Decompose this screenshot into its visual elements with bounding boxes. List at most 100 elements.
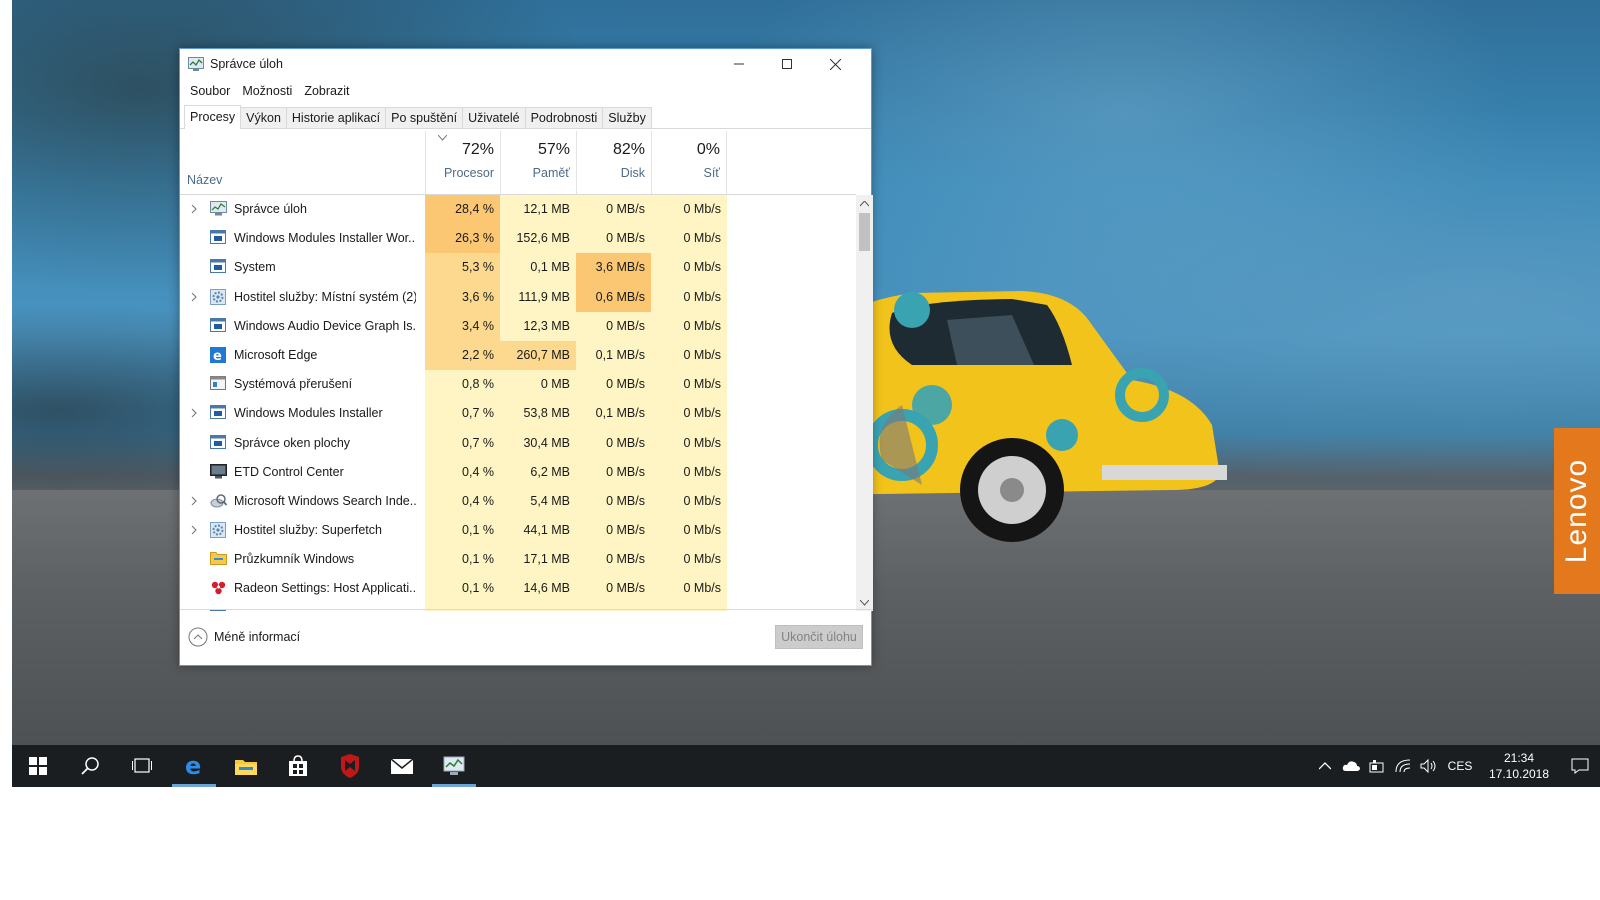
cpu-column-label: Procesor — [443, 166, 494, 180]
search-indexer-icon — [210, 493, 228, 510]
chevron-right-icon[interactable] — [189, 408, 199, 418]
action-center-button[interactable] — [1560, 745, 1600, 787]
show-hidden-icons-button[interactable] — [1312, 745, 1338, 787]
menu-zobrazit[interactable]: Zobrazit — [298, 84, 355, 98]
taskbar-edge-button[interactable]: e — [168, 745, 220, 787]
column-disk-header[interactable]: 82% Disk — [576, 131, 651, 194]
process-network: 0 Mb/s — [651, 486, 727, 517]
menu-moznosti[interactable]: Možnosti — [236, 84, 298, 98]
taskbar: e CES 21:34 17.10.2018 — [12, 745, 1600, 787]
end-task-button[interactable]: Ukončit úlohu — [775, 625, 863, 649]
clock[interactable]: 21:34 17.10.2018 — [1484, 750, 1554, 782]
minimize-icon — [734, 63, 744, 65]
taskbar-task-manager-button[interactable] — [428, 745, 480, 787]
tab-uzivatele[interactable]: Uživatelé — [462, 107, 526, 128]
chevron-right-icon[interactable] — [189, 496, 199, 506]
tab-podrobnosti[interactable]: Podrobnosti — [524, 107, 604, 128]
search-button[interactable] — [64, 745, 116, 787]
edge-icon: e — [210, 346, 227, 364]
process-row[interactable]: Windows Modules Installer 0,7 % 53,8 MB 0,1… — [180, 399, 856, 429]
monitor-icon — [210, 463, 227, 481]
chevron-down-icon — [860, 599, 869, 606]
process-memory: 12,1 MB — [500, 195, 576, 225]
process-cpu: 2,2 % — [425, 340, 500, 371]
battery-icon — [1369, 760, 1384, 773]
window-footer: Méně informací Ukončit úlohu — [180, 609, 873, 665]
chevron-right-icon[interactable] — [189, 525, 199, 535]
task-manager-window[interactable]: Správce úloh Soubor Možnosti Zobrazit Pr… — [179, 48, 873, 666]
process-cpu: 0,7 % — [425, 428, 500, 458]
service-gear-icon — [210, 522, 227, 539]
fewer-details-label: Méně informací — [214, 630, 301, 644]
tab-vykon[interactable]: Výkon — [240, 107, 287, 128]
process-row[interactable]: Microsoft Windows Search Inde... 0,4 % 5,4… — [180, 486, 856, 517]
process-row[interactable]: Windows Audio Device Graph Is... 3,4 % 12,… — [180, 311, 856, 341]
column-cpu-header[interactable]: 72% Procesor — [425, 131, 500, 194]
column-memory-header[interactable]: 57% Paměť — [500, 131, 576, 194]
chevron-right-icon[interactable] — [189, 204, 199, 214]
speaker-icon — [1420, 759, 1436, 773]
process-cpu: 3,4 % — [425, 311, 500, 341]
tab-procesy[interactable]: Procesy — [184, 105, 242, 129]
taskbar-mcafee-button[interactable] — [324, 745, 376, 787]
process-cpu: 3,6 % — [425, 282, 500, 312]
input-language-indicator[interactable]: CES — [1442, 759, 1478, 773]
onedrive-button[interactable] — [1338, 745, 1364, 787]
start-button[interactable] — [12, 745, 64, 787]
chevron-right-icon[interactable] — [189, 292, 199, 302]
system-interrupts-icon — [210, 376, 227, 393]
task-view-button[interactable] — [116, 745, 168, 787]
process-network: 0 Mb/s — [651, 545, 727, 575]
search-icon — [81, 757, 99, 775]
process-name: Správce úloh — [234, 202, 307, 216]
process-network: 0 Mb/s — [651, 340, 727, 371]
process-row[interactable]: Průzkumník Windows 0,1 % 17,1 MB 0 MB/s 0 Mb… — [180, 545, 856, 575]
process-row[interactable]: System 5,3 % 0,1 MB 3,6 MB/s 0 Mb/s — [180, 253, 856, 283]
process-row[interactable]: e Microsoft Edge 2,2 % 260,7 MB 0,1 MB/s 0 Mb… — [180, 340, 856, 371]
column-name-header[interactable]: Název — [187, 173, 222, 187]
process-row[interactable]: Hostitel služby: Superfetch 0,1 % 44,1 MB 0… — [180, 516, 856, 546]
process-row[interactable]: Správce oken plochy 0,7 % 30,4 MB 0 MB/s 0 M… — [180, 428, 856, 458]
process-row[interactable]: Windows Modules Installer Wor... 26,3 % 15… — [180, 224, 856, 254]
chevron-up-icon — [860, 200, 869, 206]
process-network: 0 Mb/s — [651, 253, 727, 283]
disk-column-label: Disk — [620, 166, 645, 180]
process-row[interactable]: ETD Control Center 0,4 % 6,2 MB 0 MB/s 0 Mb/… — [180, 457, 856, 487]
start-icon — [29, 757, 47, 775]
process-memory: 17,1 MB — [500, 545, 576, 575]
process-row[interactable]: Systémová přerušení 0,8 % 0 MB 0 MB/s 0 Mb/s — [180, 370, 856, 400]
close-button[interactable] — [811, 49, 859, 79]
process-row[interactable]: Radeon Settings: Host Applicati... 0,1 % 1… — [180, 574, 856, 604]
scroll-up-button[interactable] — [856, 195, 873, 212]
column-network-header[interactable]: 0% Síť — [651, 131, 727, 194]
fewer-details-toggle[interactable]: Méně informací — [188, 627, 300, 647]
process-cpu: 5,3 % — [425, 253, 500, 283]
volume-button[interactable] — [1416, 745, 1442, 787]
taskbar-store-button[interactable] — [272, 745, 324, 787]
svg-text:e: e — [185, 755, 201, 777]
process-row[interactable]: Správce úloh 28,4 % 12,1 MB 0 MB/s 0 Mb/s — [180, 195, 856, 225]
menu-soubor[interactable]: Soubor — [184, 84, 236, 98]
scrollbar-thumb[interactable] — [859, 213, 870, 251]
process-disk: 0 MB/s — [576, 457, 651, 487]
taskbar-file-explorer-button[interactable] — [220, 745, 272, 787]
vertical-scrollbar[interactable] — [856, 195, 873, 611]
process-name: Správce oken plochy — [234, 435, 351, 450]
maximize-button[interactable] — [763, 49, 811, 79]
tab-sluzby[interactable]: Služby — [602, 107, 652, 128]
network-button[interactable] — [1390, 745, 1416, 787]
process-name: Microsoft Windows Search Inde... — [234, 493, 416, 508]
process-row[interactable]: Hostitel služby: Místní systém (2) 3,6 % 1… — [180, 282, 856, 312]
battery-button[interactable] — [1364, 745, 1390, 787]
tab-po-spusteni[interactable]: Po spuštění — [385, 107, 464, 128]
network-total-percent: 0% — [696, 141, 720, 158]
process-memory: 12,3 MB — [500, 311, 576, 341]
process-memory: 152,6 MB — [500, 224, 576, 254]
minimize-button[interactable] — [715, 49, 763, 79]
tab-historie-aplikaci[interactable]: Historie aplikací — [285, 107, 387, 128]
tab-strip: Procesy Výkon Historie aplikací Po spušt… — [180, 103, 871, 129]
title-bar[interactable]: Správce úloh — [180, 49, 871, 79]
taskbar-mail-button[interactable] — [376, 745, 428, 787]
mcafee-icon — [341, 754, 359, 778]
process-name: Systémová přerušení — [234, 377, 353, 392]
